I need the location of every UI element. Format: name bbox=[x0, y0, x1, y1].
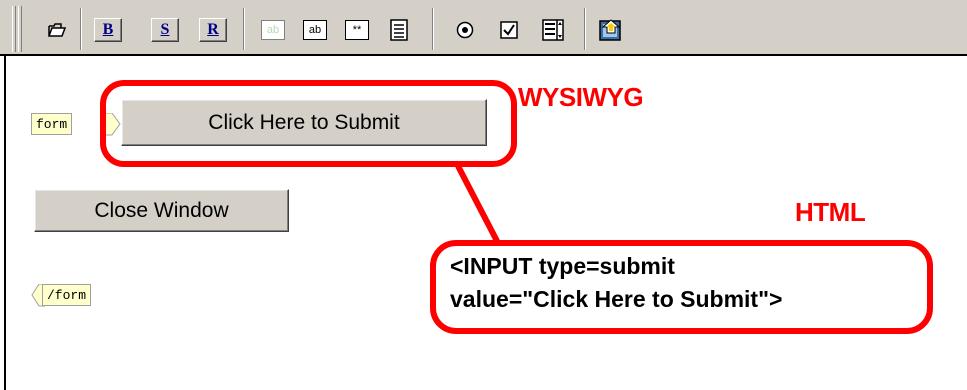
open-icon[interactable] bbox=[44, 18, 70, 42]
form-open-tag[interactable]: form bbox=[31, 113, 73, 135]
editor-left-border bbox=[4, 56, 6, 390]
bold-button[interactable]: B bbox=[94, 18, 122, 42]
disabled-textbox-icon[interactable]: ab bbox=[260, 18, 286, 42]
radio-button-icon[interactable] bbox=[452, 18, 478, 42]
textbox-label: ab bbox=[303, 20, 327, 40]
wysiwyg-label: WYSIWYG bbox=[518, 82, 644, 112]
html-code-callout: <INPUT type=submit value="Click Here to … bbox=[430, 240, 933, 334]
toolbar-grip[interactable] bbox=[18, 6, 22, 52]
list-box-icon[interactable] bbox=[540, 18, 566, 42]
code-line: <INPUT type=submit bbox=[450, 253, 675, 279]
code-line: value="Click Here to Submit"> bbox=[450, 286, 783, 312]
toolbar-separator bbox=[584, 8, 586, 50]
toolbar: B S R ab ab ** bbox=[0, 0, 967, 56]
disabled-textbox-label: ab bbox=[261, 20, 285, 40]
toolbar-separator bbox=[243, 8, 245, 50]
form-close-tag[interactable]: /form bbox=[42, 284, 92, 306]
reset-button[interactable]: R bbox=[199, 18, 227, 42]
image-button-icon[interactable] bbox=[598, 18, 624, 42]
toolbar-separator bbox=[80, 8, 82, 50]
textarea-icon[interactable] bbox=[386, 18, 412, 42]
toolbar-separator bbox=[432, 8, 434, 50]
close-window-button[interactable]: Close Window bbox=[34, 189, 289, 232]
textbox-icon[interactable]: ab bbox=[302, 18, 328, 42]
checkbox-icon[interactable] bbox=[496, 18, 522, 42]
password-field-icon[interactable]: ** bbox=[344, 18, 370, 42]
wysiwyg-highlight-ring bbox=[100, 80, 517, 167]
strikethrough-button[interactable]: S bbox=[151, 18, 179, 42]
toolbar-grip[interactable] bbox=[12, 6, 16, 52]
password-field-label: ** bbox=[345, 20, 369, 40]
html-label: HTML bbox=[795, 197, 866, 227]
